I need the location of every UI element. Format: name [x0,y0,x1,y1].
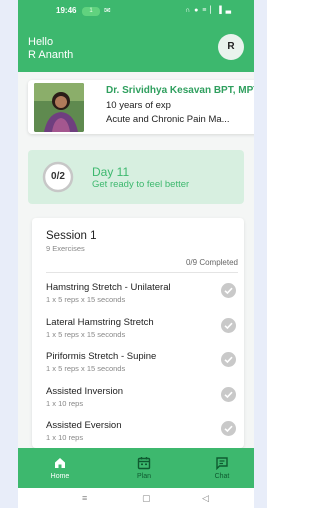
tab-label: Chat [214,473,230,480]
day-title: Day 11 [92,165,130,179]
back-icon[interactable]: ◁ [202,493,209,504]
exercise-reps: 1 x 10 reps [46,433,84,442]
user-name: R Ananth [28,49,74,61]
exercise-item[interactable]: Assisted Eversion 1 x 10 reps [46,420,236,448]
doctor-name: Dr. Srividhya Kesavan BPT, MPT [106,85,254,96]
tab-chat[interactable]: Chat [192,448,252,488]
chat-icon [216,457,228,470]
progress-count: 0/2 [51,171,65,182]
doctor-specialty: Acute and Chronic Pain Ma... [106,114,230,125]
exercise-item[interactable]: Piriformis Stretch - Supine 1 x 5 reps x… [46,351,236,381]
exercise-name: Hamstring Stretch - Unilateral [46,282,171,293]
doctor-card[interactable]: Dr. Srividhya Kesavan BPT, MPT 10 years … [28,80,254,134]
greeting: Hello [28,36,54,48]
exercise-item[interactable]: Hamstring Stretch - Unilateral 1 x 5 rep… [46,282,236,312]
left-background [0,0,18,508]
doctor-photo [34,83,84,132]
check-icon[interactable] [221,352,236,367]
status-bar: 19:46 1 ✉ ∩ ● ≡ ▏▐ ▃ [18,6,254,18]
doctor-experience: 10 years of exp [106,100,171,111]
exercise-name: Assisted Inversion [46,386,124,397]
check-icon[interactable] [221,421,236,436]
status-icons: ∩ ● ≡ ▏▐ ▃ [185,7,232,14]
status-time: 19:46 [56,6,77,15]
home-nav-icon[interactable]: ▢ [142,493,151,504]
exercise-reps: 1 x 5 reps x 15 seconds [46,295,126,304]
divider [46,272,238,273]
check-icon[interactable] [221,318,236,333]
check-icon[interactable] [221,283,236,298]
right-background [254,0,267,508]
bottom-tab-bar: Home Plan Chat [18,448,254,488]
exercise-name: Piriformis Stretch - Supine [46,351,157,362]
tab-label: Plan [136,473,151,480]
exercise-count: 9 Exercises [46,244,85,253]
home-icon [55,458,65,468]
phone-screen: 19:46 1 ✉ ∩ ● ≡ ▏▐ ▃ Hello R Ananth R Dr… [18,0,254,508]
completed-count: 0/9 Completed [185,258,238,267]
avatar[interactable]: R [218,34,244,60]
calendar-icon [137,457,151,470]
recents-icon[interactable]: ≡ [82,493,87,503]
day-progress-card[interactable]: 0/2 Day 11 Get ready to feel better [28,150,244,204]
exercise-name: Lateral Hamstring Stretch [46,317,154,328]
tab-plan[interactable]: Plan [114,448,174,488]
tab-label: Home [50,473,70,480]
app-header: 19:46 1 ✉ ∩ ● ≡ ▏▐ ▃ Hello R Ananth R [18,0,254,72]
session-card: Session 1 9 Exercises 0/9 Completed Hams… [32,218,244,448]
message-icon: ✉ [104,6,111,15]
tab-home[interactable]: Home [30,448,90,488]
exercise-name: Assisted Eversion [46,420,122,431]
exercise-item[interactable]: Assisted Inversion 1 x 10 reps [46,386,236,416]
sim-badge: 1 [82,7,100,16]
day-subtitle: Get ready to feel better [92,179,190,190]
exercise-reps: 1 x 5 reps x 15 seconds [46,330,126,339]
system-nav-bar: ≡ ▢ ◁ [18,488,254,508]
session-title: Session 1 [46,230,97,242]
check-icon[interactable] [221,387,236,402]
exercise-reps: 1 x 5 reps x 15 seconds [46,364,126,373]
exercise-reps: 1 x 10 reps [46,399,84,408]
exercise-item[interactable]: Lateral Hamstring Stretch 1 x 5 reps x 1… [46,317,236,347]
